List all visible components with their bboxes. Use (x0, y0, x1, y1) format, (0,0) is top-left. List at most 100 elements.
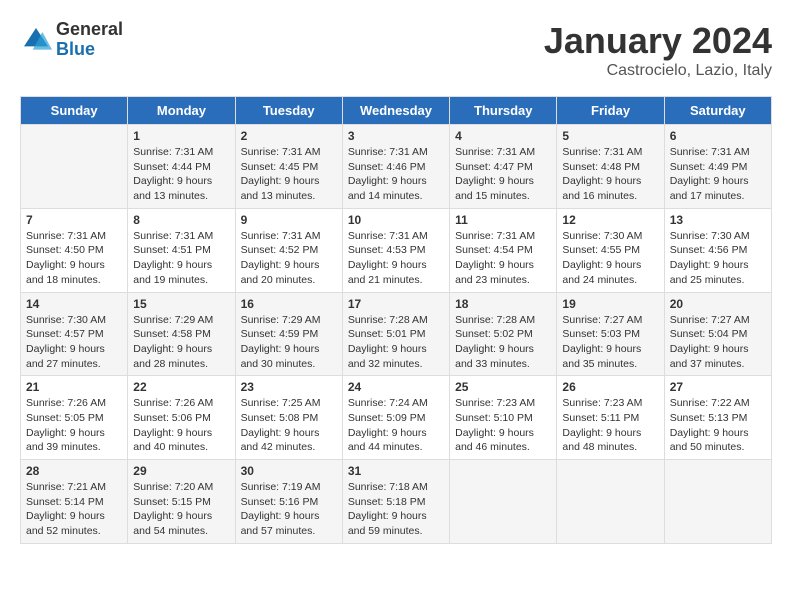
calendar-week-row: 28 Sunrise: 7:21 AMSunset: 5:14 PMDayligh… (21, 460, 772, 544)
day-number: 18 (455, 297, 551, 311)
calendar-day-cell: 17 Sunrise: 7:28 AMSunset: 5:01 PMDayligh… (342, 292, 449, 376)
calendar-day-cell: 4 Sunrise: 7:31 AMSunset: 4:47 PMDaylight… (450, 125, 557, 209)
day-info: Sunrise: 7:31 AMSunset: 4:46 PMDaylight:… (348, 145, 444, 204)
day-info: Sunrise: 7:30 AMSunset: 4:56 PMDaylight:… (670, 229, 766, 288)
calendar-day-cell: 21 Sunrise: 7:26 AMSunset: 5:05 PMDayligh… (21, 376, 128, 460)
day-info: Sunrise: 7:31 AMSunset: 4:51 PMDaylight:… (133, 229, 229, 288)
calendar-day-cell: 13 Sunrise: 7:30 AMSunset: 4:56 PMDayligh… (664, 208, 771, 292)
day-number: 13 (670, 213, 766, 227)
calendar-body: 1 Sunrise: 7:31 AMSunset: 4:44 PMDaylight… (21, 125, 772, 544)
day-info: Sunrise: 7:29 AMSunset: 4:58 PMDaylight:… (133, 313, 229, 372)
day-info: Sunrise: 7:21 AMSunset: 5:14 PMDaylight:… (26, 480, 122, 539)
day-number: 15 (133, 297, 229, 311)
day-number: 27 (670, 380, 766, 394)
day-info: Sunrise: 7:31 AMSunset: 4:54 PMDaylight:… (455, 229, 551, 288)
day-info: Sunrise: 7:30 AMSunset: 4:55 PMDaylight:… (562, 229, 658, 288)
logo-text: General Blue (56, 20, 123, 60)
day-info: Sunrise: 7:28 AMSunset: 5:01 PMDaylight:… (348, 313, 444, 372)
day-number: 28 (26, 464, 122, 478)
calendar-day-cell: 26 Sunrise: 7:23 AMSunset: 5:11 PMDayligh… (557, 376, 664, 460)
day-number: 14 (26, 297, 122, 311)
calendar-day-cell: 22 Sunrise: 7:26 AMSunset: 5:06 PMDayligh… (128, 376, 235, 460)
day-info: Sunrise: 7:31 AMSunset: 4:48 PMDaylight:… (562, 145, 658, 204)
day-info: Sunrise: 7:30 AMSunset: 4:57 PMDaylight:… (26, 313, 122, 372)
day-number: 25 (455, 380, 551, 394)
calendar-day-cell: 5 Sunrise: 7:31 AMSunset: 4:48 PMDaylight… (557, 125, 664, 209)
calendar-day-cell: 16Sunrise: 7:29 AMSunset: 4:59 PMDayligh… (235, 292, 342, 376)
day-info: Sunrise: 7:31 AMSunset: 4:44 PMDaylight:… (133, 145, 229, 204)
calendar-day-cell (557, 460, 664, 544)
day-info: Sunrise: 7:23 AMSunset: 5:11 PMDaylight:… (562, 396, 658, 455)
day-number: 31 (348, 464, 444, 478)
calendar-day-cell: 29 Sunrise: 7:20 AMSunset: 5:15 PMDayligh… (128, 460, 235, 544)
calendar-week-row: 21 Sunrise: 7:26 AMSunset: 5:05 PMDayligh… (21, 376, 772, 460)
day-info: Sunrise: 7:27 AMSunset: 5:03 PMDaylight:… (562, 313, 658, 372)
calendar-header-cell: Wednesday (342, 97, 449, 125)
day-number: 26 (562, 380, 658, 394)
calendar-day-cell: 31 Sunrise: 7:18 AMSunset: 5:18 PMDayligh… (342, 460, 449, 544)
day-number: 30 (241, 464, 337, 478)
day-info: Sunrise: 7:31 AMSunset: 4:45 PMDaylight:… (241, 145, 337, 204)
calendar-week-row: 14 Sunrise: 7:30 AMSunset: 4:57 PMDayligh… (21, 292, 772, 376)
calendar-day-cell: 27Sunrise: 7:22 AMSunset: 5:13 PMDayligh… (664, 376, 771, 460)
calendar-day-cell (450, 460, 557, 544)
day-number: 8 (133, 213, 229, 227)
title-block: January 2024 Castrocielo, Lazio, Italy (544, 20, 772, 80)
day-number: 4 (455, 129, 551, 143)
day-number: 29 (133, 464, 229, 478)
day-info: Sunrise: 7:31 AMSunset: 4:47 PMDaylight:… (455, 145, 551, 204)
calendar-day-cell: 12 Sunrise: 7:30 AMSunset: 4:55 PMDayligh… (557, 208, 664, 292)
day-number: 7 (26, 213, 122, 227)
day-number: 5 (562, 129, 658, 143)
calendar-day-cell (664, 460, 771, 544)
calendar-day-cell: 15 Sunrise: 7:29 AMSunset: 4:58 PMDayligh… (128, 292, 235, 376)
day-number: 11 (455, 213, 551, 227)
calendar-day-cell: 11 Sunrise: 7:31 AMSunset: 4:54 PMDayligh… (450, 208, 557, 292)
day-info: Sunrise: 7:25 AMSunset: 5:08 PMDaylight:… (241, 396, 337, 455)
calendar-header-cell: Saturday (664, 97, 771, 125)
calendar-header-cell: Friday (557, 97, 664, 125)
calendar-day-cell: 10Sunrise: 7:31 AMSunset: 4:53 PMDayligh… (342, 208, 449, 292)
day-number: 9 (241, 213, 337, 227)
calendar-week-row: 7 Sunrise: 7:31 AMSunset: 4:50 PMDaylight… (21, 208, 772, 292)
day-info: Sunrise: 7:18 AMSunset: 5:18 PMDaylight:… (348, 480, 444, 539)
day-info: Sunrise: 7:23 AMSunset: 5:10 PMDaylight:… (455, 396, 551, 455)
calendar-day-cell: 20 Sunrise: 7:27 AMSunset: 5:04 PMDayligh… (664, 292, 771, 376)
calendar-day-cell: 9Sunrise: 7:31 AMSunset: 4:52 PMDaylight… (235, 208, 342, 292)
calendar-day-cell: 23 Sunrise: 7:25 AMSunset: 5:08 PMDayligh… (235, 376, 342, 460)
day-info: Sunrise: 7:31 AMSunset: 4:49 PMDaylight:… (670, 145, 766, 204)
day-number: 19 (562, 297, 658, 311)
day-info: Sunrise: 7:26 AMSunset: 5:05 PMDaylight:… (26, 396, 122, 455)
day-number: 2 (241, 129, 337, 143)
calendar-day-cell: 8 Sunrise: 7:31 AMSunset: 4:51 PMDaylight… (128, 208, 235, 292)
calendar-header-row: SundayMondayTuesdayWednesdayThursdayFrid… (21, 97, 772, 125)
day-number: 6 (670, 129, 766, 143)
calendar-day-cell: 14 Sunrise: 7:30 AMSunset: 4:57 PMDayligh… (21, 292, 128, 376)
calendar-day-cell: 28 Sunrise: 7:21 AMSunset: 5:14 PMDayligh… (21, 460, 128, 544)
day-number: 21 (26, 380, 122, 394)
calendar-day-cell: 24Sunrise: 7:24 AMSunset: 5:09 PMDayligh… (342, 376, 449, 460)
calendar-day-cell: 7 Sunrise: 7:31 AMSunset: 4:50 PMDaylight… (21, 208, 128, 292)
page-header: General Blue January 2024 Castrocielo, L… (20, 20, 772, 80)
calendar-header-cell: Monday (128, 97, 235, 125)
calendar-day-cell: 19 Sunrise: 7:27 AMSunset: 5:03 PMDayligh… (557, 292, 664, 376)
calendar-day-cell: 1 Sunrise: 7:31 AMSunset: 4:44 PMDaylight… (128, 125, 235, 209)
day-number: 22 (133, 380, 229, 394)
day-info: Sunrise: 7:20 AMSunset: 5:15 PMDaylight:… (133, 480, 229, 539)
day-info: Sunrise: 7:27 AMSunset: 5:04 PMDaylight:… (670, 313, 766, 372)
day-info: Sunrise: 7:31 AMSunset: 4:50 PMDaylight:… (26, 229, 122, 288)
day-info: Sunrise: 7:28 AMSunset: 5:02 PMDaylight:… (455, 313, 551, 372)
calendar-header-cell: Thursday (450, 97, 557, 125)
day-number: 12 (562, 213, 658, 227)
day-number: 10 (348, 213, 444, 227)
day-number: 1 (133, 129, 229, 143)
day-info: Sunrise: 7:26 AMSunset: 5:06 PMDaylight:… (133, 396, 229, 455)
day-info: Sunrise: 7:24 AMSunset: 5:09 PMDaylight:… (348, 396, 444, 455)
calendar-header-cell: Sunday (21, 97, 128, 125)
day-number: 23 (241, 380, 337, 394)
day-number: 20 (670, 297, 766, 311)
logo: General Blue (20, 20, 123, 60)
day-number: 17 (348, 297, 444, 311)
logo-general: General (56, 20, 123, 40)
calendar-day-cell: 6 Sunrise: 7:31 AMSunset: 4:49 PMDaylight… (664, 125, 771, 209)
